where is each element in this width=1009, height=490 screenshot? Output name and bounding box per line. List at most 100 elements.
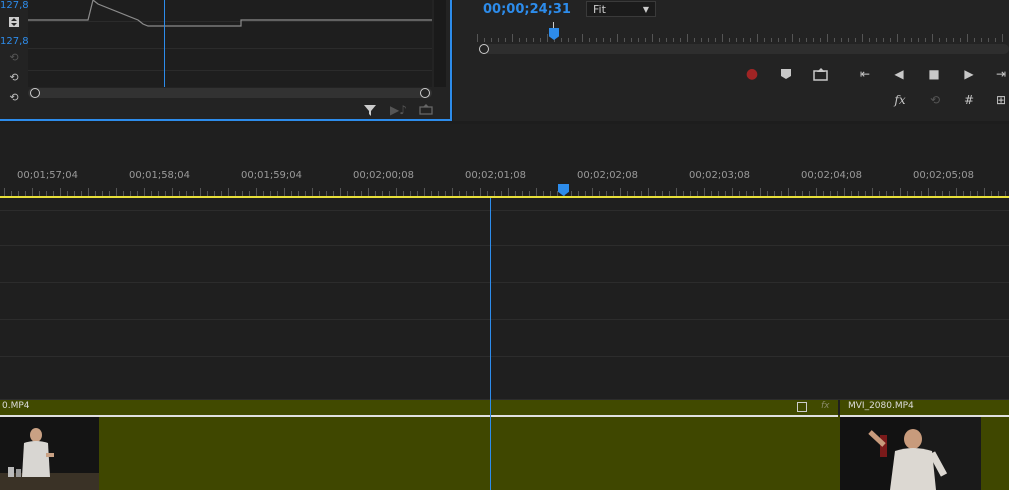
- ruler-tick: [911, 38, 912, 42]
- video-track[interactable]: [0, 358, 1009, 400]
- add-marker-icon[interactable]: [776, 64, 796, 84]
- ruler-tick: [575, 38, 576, 42]
- ruler-tick: [645, 38, 646, 42]
- ruler-tick: [918, 38, 919, 42]
- scroll-start-handle[interactable]: [479, 44, 489, 54]
- ruler-tick: [144, 188, 145, 196]
- ruler-tick: [88, 188, 89, 196]
- monitor-zoom-scrollbar[interactable]: [479, 44, 1009, 54]
- video-track[interactable]: [0, 284, 1009, 320]
- video-track[interactable]: [0, 247, 1009, 283]
- property-value-top[interactable]: 127,8: [0, 0, 29, 11]
- scroll-start-handle[interactable]: [30, 88, 40, 98]
- ruler-tick: [673, 38, 674, 42]
- ruler-tick: [760, 188, 761, 196]
- ruler-tick: [60, 188, 61, 196]
- record-icon[interactable]: ●: [742, 64, 762, 84]
- ruler-tick: [984, 188, 985, 196]
- ruler-tick: [928, 188, 929, 196]
- chevron-down-icon: ▼: [642, 5, 649, 14]
- ruler-tick: [1002, 34, 1003, 42]
- video-track[interactable]: [0, 321, 1009, 357]
- ruler-tick: [701, 38, 702, 42]
- clip-thumbnail: [840, 417, 981, 490]
- ruler-tick: [732, 188, 733, 196]
- zoom-level-value: Fit: [593, 3, 606, 16]
- step-back-icon[interactable]: ◀︎: [889, 64, 909, 84]
- work-area-bar[interactable]: [0, 196, 1009, 198]
- effects-playhead[interactable]: [164, 0, 165, 87]
- ruler-tick: [876, 38, 877, 42]
- ruler-tick: [477, 34, 478, 42]
- timeline-panel: 00;01;57;04 00;01;58;04 00;01;59;04 00;0…: [0, 124, 1009, 490]
- ruler-tick: [519, 38, 520, 42]
- clip-name-left: 0.MP4: [2, 401, 30, 411]
- reset-icon[interactable]: ⟲: [8, 92, 20, 104]
- zoom-level-select[interactable]: Fit ▼: [586, 1, 656, 17]
- ruler-tick: [536, 188, 537, 196]
- property-value-bottom[interactable]: 127,8: [0, 36, 29, 47]
- ruler-tick: [666, 38, 667, 42]
- ruler-tick: [561, 38, 562, 42]
- go-to-out-icon[interactable]: ⇥: [991, 64, 1009, 84]
- ruler-tick: [788, 188, 789, 196]
- ruler-tick: [820, 38, 821, 42]
- ruler-tick: [855, 38, 856, 42]
- effects-vertical-scrollbar[interactable]: [434, 0, 446, 87]
- ruler-tick: [200, 188, 201, 196]
- clip-header-bar[interactable]: 0.MP4 fx MVI_2080.MP4: [0, 400, 1009, 415]
- ruler-tick: [834, 38, 835, 42]
- ruler-tick: [806, 38, 807, 42]
- safe-margins-icon[interactable]: #: [959, 90, 979, 110]
- export-frame-icon[interactable]: [811, 64, 831, 84]
- scroll-end-handle[interactable]: [420, 88, 430, 98]
- keyframe-graph[interactable]: [28, 0, 432, 87]
- ruler-timecode: 00;02;02;08: [577, 170, 639, 181]
- ruler-tick: [764, 38, 765, 42]
- ruler-tick: [932, 34, 933, 42]
- export-icon[interactable]: [418, 103, 434, 117]
- effect-controls-side: 127,8 127,8 ⟲ ⟲ ⟲: [0, 0, 29, 119]
- ruler-tick: [284, 188, 285, 196]
- keyframe-nav-icon[interactable]: [8, 16, 20, 28]
- ruler-timecode: 00;01;59;04: [241, 170, 303, 181]
- play-audio-icon[interactable]: ▶♪: [390, 103, 407, 117]
- effects-zoom-scrollbar[interactable]: [28, 88, 432, 98]
- thumbnail-image: [840, 417, 981, 490]
- ruler-tick: [729, 38, 730, 42]
- ruler-tick: [722, 34, 723, 42]
- ruler-tick: [816, 188, 817, 196]
- step-forward-icon[interactable]: ▶︎: [959, 64, 979, 84]
- ruler-timecode: 00;02;03;08: [689, 170, 751, 181]
- ruler-timecode: 00;01;58;04: [129, 170, 191, 181]
- go-to-in-icon[interactable]: ⇤: [855, 64, 875, 84]
- ruler-tick: [981, 38, 982, 42]
- ruler-tick: [960, 38, 961, 42]
- filter-icon[interactable]: [362, 103, 378, 117]
- multicam-icon[interactable]: ⊞: [991, 90, 1009, 110]
- ruler-tick: [848, 38, 849, 42]
- ruler-timecode: 00;02;04;08: [801, 170, 863, 181]
- fx-icon[interactable]: fx: [890, 90, 910, 110]
- clip-thumbnail: [0, 417, 99, 490]
- ruler-tick: [708, 38, 709, 42]
- stop-icon[interactable]: ■: [924, 64, 944, 84]
- ruler-tick: [778, 38, 779, 42]
- ruler-tick: [925, 38, 926, 42]
- timeline-ruler[interactable]: 00;01;57;04 00;01;58;04 00;01;59;04 00;0…: [0, 124, 1009, 198]
- reset-icon[interactable]: ⟲: [8, 72, 20, 84]
- ruler-tick: [424, 188, 425, 196]
- playhead-timecode[interactable]: 00;00;24;31: [483, 2, 571, 17]
- ruler-tick: [498, 38, 499, 42]
- video-clip-track[interactable]: [0, 415, 1009, 490]
- effect-controls-panel: 127,8 127,8 ⟲ ⟲ ⟲ ▶♪: [0, 0, 452, 121]
- loop-icon[interactable]: ⟲: [925, 90, 945, 110]
- video-track[interactable]: [0, 210, 1009, 246]
- ruler-tick: [813, 38, 814, 42]
- ruler-tick: [771, 38, 772, 42]
- ruler-tick: [862, 34, 863, 42]
- ruler-tick: [4, 188, 5, 196]
- timeline-playhead[interactable]: [490, 198, 491, 490]
- ruler-tick: [452, 188, 453, 196]
- ruler-tick: [946, 38, 947, 42]
